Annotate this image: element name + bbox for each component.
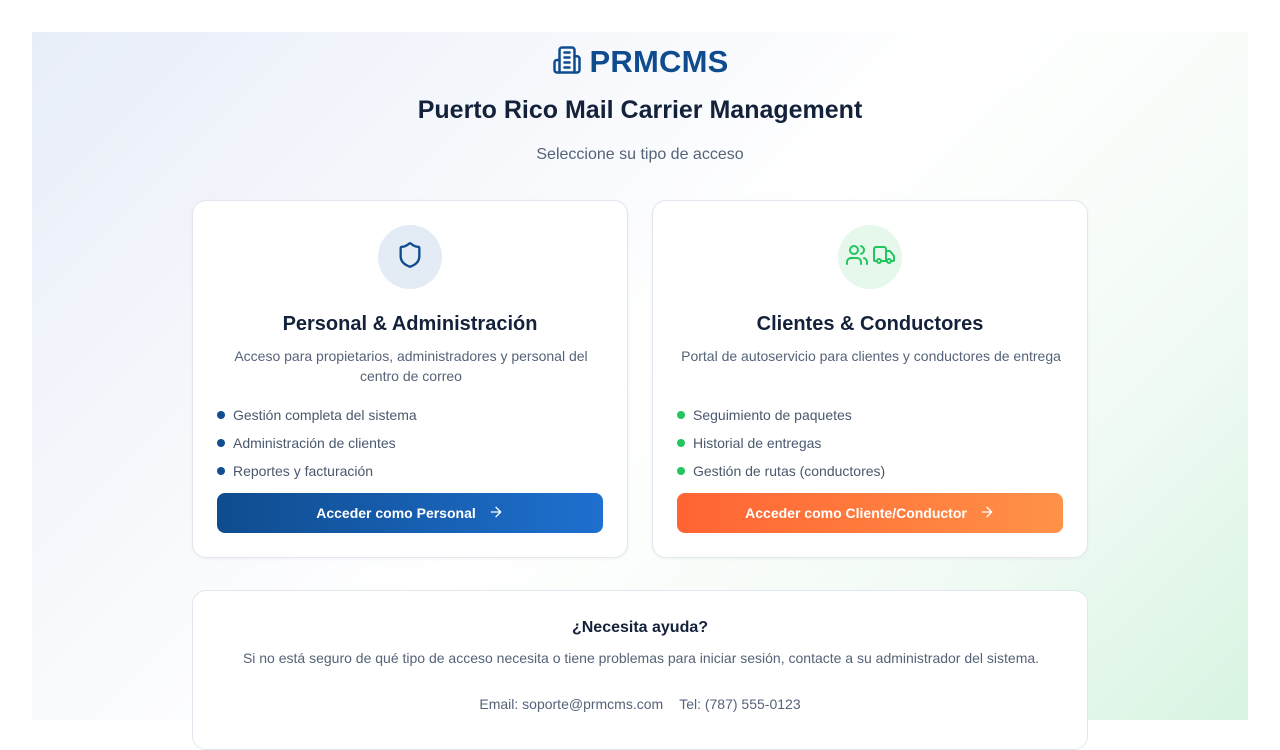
feature-label: Historial de entregas (693, 435, 822, 451)
staff-feature-list: Gestión completa del sistema Administrac… (217, 401, 417, 485)
support-phone[interactable]: Tel: (787) 555-0123 (679, 696, 800, 712)
client-feature-list: Seguimiento de paquetes Historial de ent… (677, 401, 885, 485)
bullet-dot-icon (677, 439, 685, 447)
staff-icon-badge (378, 225, 442, 289)
feature-label: Reportes y facturación (233, 463, 374, 479)
page-title: Puerto Rico Mail Carrier Management (417, 96, 863, 124)
brand-name: PRMCMS (589, 44, 729, 79)
client-driver-login-button[interactable]: Acceder como Cliente/Conductor (677, 493, 1063, 533)
client-card-title: Clientes & Conductores (756, 313, 984, 335)
bullet-dot-icon (217, 467, 225, 475)
list-item: Administración de clientes (217, 429, 417, 457)
support-email[interactable]: Email: soporte@prmcms.com (479, 696, 663, 712)
staff-access-card[interactable]: Personal & Administración Acceso para pr… (192, 200, 628, 558)
help-contact: Email: soporte@prmcms.com Tel: (787) 555… (193, 696, 1087, 712)
help-card: ¿Necesita ayuda? Si no está seguro de qu… (192, 590, 1088, 750)
brand-logo: PRMCMS (0, 44, 1280, 80)
users-icon (845, 243, 869, 272)
building-icon (552, 45, 582, 80)
bullet-dot-icon (677, 467, 685, 475)
bullet-dot-icon (677, 411, 685, 419)
client-driver-login-label: Acceder como Cliente/Conductor (745, 505, 967, 521)
client-icon-badge (838, 225, 902, 289)
bullet-dot-icon (217, 411, 225, 419)
help-text: Si no está seguro de qué tipo de acceso … (242, 650, 1040, 666)
list-item: Gestión de rutas (conductores) (677, 457, 885, 485)
arrow-right-icon (979, 504, 995, 523)
client-driver-access-card[interactable]: Clientes & Conductores Portal de autoser… (652, 200, 1088, 558)
list-item: Seguimiento de paquetes (677, 401, 885, 429)
feature-label: Gestión completa del sistema (233, 407, 417, 423)
feature-label: Seguimiento de paquetes (693, 407, 852, 423)
feature-label: Administración de clientes (233, 435, 396, 451)
list-item: Reportes y facturación (217, 457, 417, 485)
client-card-description: Portal de autoservicio para clientes y c… (681, 348, 1061, 364)
shield-icon (396, 241, 424, 274)
staff-card-title: Personal & Administración (282, 313, 538, 335)
bullet-dot-icon (217, 439, 225, 447)
staff-card-description: Acceso para propietarios, administradore… (234, 348, 588, 384)
staff-login-button[interactable]: Acceder como Personal (217, 493, 603, 533)
list-item: Historial de entregas (677, 429, 885, 457)
help-title: ¿Necesita ayuda? (571, 619, 709, 636)
truck-icon (872, 243, 896, 272)
list-item: Gestión completa del sistema (217, 401, 417, 429)
feature-label: Gestión de rutas (conductores) (693, 463, 886, 479)
arrow-right-icon (488, 504, 504, 523)
staff-login-label: Acceder como Personal (316, 505, 476, 521)
page-subtitle: Seleccione su tipo de acceso (536, 146, 744, 163)
